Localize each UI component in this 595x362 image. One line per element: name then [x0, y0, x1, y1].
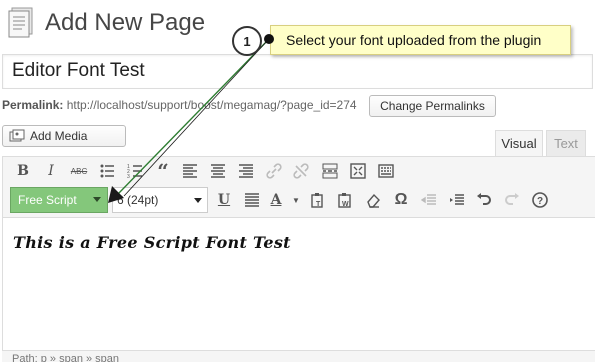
justify-icon[interactable]: [242, 190, 262, 210]
permalink-row: Permalink: http://localhost/support/boos…: [2, 98, 357, 112]
font-size-select[interactable]: 6 (24pt): [112, 187, 208, 213]
svg-text:W: W: [342, 201, 349, 208]
callout-step-number: 1: [232, 26, 262, 56]
page-title: Add New Page: [45, 9, 206, 36]
paste-word-icon[interactable]: W: [335, 190, 355, 210]
indent-icon[interactable]: [447, 190, 467, 210]
svg-text:T: T: [316, 201, 321, 208]
font-size-value: 6 (24pt): [117, 193, 159, 207]
tab-visual[interactable]: Visual: [495, 130, 543, 156]
editor-content-text[interactable]: This is a Free Script Font Test: [13, 233, 291, 252]
chevron-down-icon: [194, 198, 202, 203]
underline-button[interactable]: U: [214, 190, 234, 210]
tab-text[interactable]: Text: [546, 130, 586, 156]
help-icon[interactable]: ?: [530, 190, 550, 210]
status-path: Path: p » span » span: [2, 350, 595, 362]
italic-button[interactable]: I: [41, 161, 61, 181]
blockquote-icon[interactable]: “: [153, 159, 173, 183]
callout-tooltip: Select your font uploaded from the plugi…: [270, 25, 571, 55]
text-color-button[interactable]: A: [266, 190, 286, 210]
font-family-value: Free Script: [18, 193, 77, 207]
paste-text-icon[interactable]: T: [308, 190, 328, 210]
outdent-icon[interactable]: [419, 190, 439, 210]
add-media-button[interactable]: Add Media: [2, 125, 126, 147]
font-family-select[interactable]: Free Script: [10, 187, 108, 213]
redo-icon[interactable]: [502, 190, 522, 210]
strikethrough-button[interactable]: ABC: [67, 161, 91, 181]
toolbar-toggle-icon[interactable]: [376, 161, 396, 181]
callout-anchor-dot: [264, 34, 274, 44]
change-permalinks-button[interactable]: Change Permalinks: [369, 95, 496, 117]
permalink-url[interactable]: http://localhost/support/boost/megamag/?…: [67, 98, 357, 112]
chevron-down-icon: [93, 197, 101, 202]
clear-formatting-icon[interactable]: [363, 190, 383, 210]
insert-link-icon[interactable]: [264, 161, 284, 181]
align-right-icon[interactable]: [236, 161, 256, 181]
chevron-down-icon[interactable]: ▼: [286, 190, 306, 210]
page-icon: [8, 7, 33, 38]
media-icon: [9, 129, 25, 142]
permalink-label: Permalink:: [2, 98, 64, 112]
align-center-icon[interactable]: [208, 161, 228, 181]
svg-text:?: ?: [537, 196, 543, 207]
add-media-label: Add Media: [30, 129, 88, 143]
fullscreen-icon[interactable]: [348, 161, 368, 181]
unlink-icon[interactable]: [291, 161, 311, 181]
undo-icon[interactable]: [474, 190, 494, 210]
bold-button[interactable]: B: [13, 161, 33, 181]
read-more-icon[interactable]: [320, 161, 340, 181]
align-left-icon[interactable]: [180, 161, 200, 181]
special-character-button[interactable]: Ω: [391, 190, 411, 210]
bullet-list-icon[interactable]: [97, 161, 117, 181]
post-title-input[interactable]: Editor Font Test: [2, 54, 593, 89]
numbered-list-icon[interactable]: 123: [125, 161, 145, 181]
svg-text:3: 3: [127, 174, 130, 179]
